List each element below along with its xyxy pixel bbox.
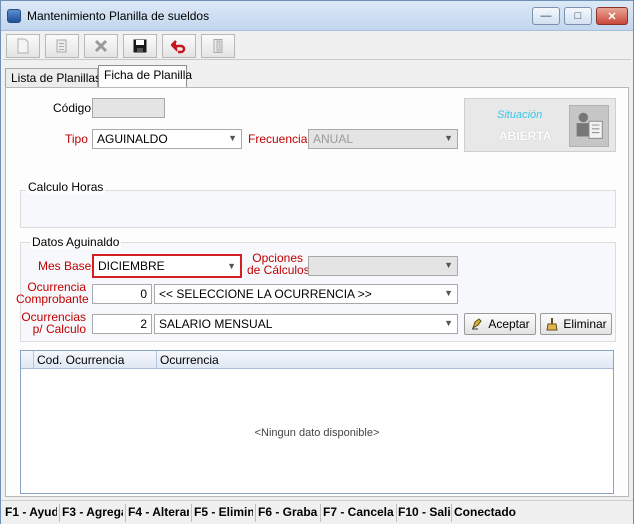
calculo-horas-title: Calculo Horas (26, 180, 106, 194)
title-bar: Mantenimiento Planilla de sueldos — □ ✕ (1, 1, 633, 31)
delete-button[interactable] (84, 34, 118, 58)
frecuencia-value: ANUAL (313, 132, 354, 146)
mes-base-label: Mes Base (38, 259, 92, 273)
chevron-down-icon: ▼ (444, 318, 453, 328)
toolbar (3, 32, 631, 60)
codigo-label: Código (53, 101, 92, 115)
connection-status: Conectado (454, 505, 517, 519)
tab-lista-planillas[interactable]: Lista de Planillas (5, 68, 101, 87)
door-exit-icon (213, 39, 223, 53)
ocurrencias-calculo-code[interactable]: 2 (92, 314, 152, 334)
chevron-down-icon: ▼ (227, 261, 236, 271)
edit-button[interactable] (45, 34, 79, 58)
window-title: Mantenimiento Planilla de sueldos (27, 9, 210, 23)
user-document-icon (569, 105, 609, 147)
new-document-icon (17, 38, 29, 54)
maximize-button[interactable]: □ (564, 7, 592, 25)
aceptar-label: Aceptar (488, 317, 530, 331)
codigo-field[interactable] (92, 98, 165, 118)
chevron-down-icon: ▼ (444, 260, 453, 270)
frecuencia-label: Frecuencia (248, 132, 308, 146)
opciones-calculos-select[interactable]: ▼ (308, 256, 458, 276)
app-icon (7, 9, 21, 23)
ocurrencias-grid: Cod. Ocurrencia Ocurrencia <Ningun dato … (20, 350, 614, 494)
ocurrencia-comprobante-value: << SELECCIONE LA OCURRENCIA >> (159, 287, 372, 301)
mes-base-value: DICIEMBRE (98, 259, 165, 273)
aceptar-button[interactable]: Aceptar (464, 313, 536, 335)
shortcut-f1: F1 - Ayuda (5, 505, 57, 519)
column-header-ocurrencia[interactable]: Ocurrencia (160, 353, 219, 367)
ocurrencias-calculo-select[interactable]: SALARIO MENSUAL ▼ (154, 314, 458, 334)
exit-button[interactable] (201, 34, 235, 58)
grid-header: Cod. Ocurrencia Ocurrencia (21, 351, 613, 369)
app-window: Mantenimiento Planilla de sueldos — □ ✕ … (0, 0, 634, 524)
calculo-horas-group (20, 190, 616, 228)
ocurrencias-calculo-value: SALARIO MENSUAL (159, 317, 273, 331)
ocurrencia-comprobante-code[interactable]: 0 (92, 284, 152, 304)
close-button[interactable]: ✕ (596, 7, 628, 25)
shortcut-f3: F3 - Agregar (62, 505, 123, 519)
status-value: ABIERTA (499, 129, 552, 143)
edit-document-icon (56, 39, 67, 53)
datos-aguinaldo-title: Datos Aguinaldo (30, 235, 122, 249)
status-bar: F1 - Ayuda F3 - Agregar F4 - Alterar F5 … (1, 500, 633, 524)
empty-grid-message: <Ningun dato disponible> (254, 427, 380, 439)
tipo-value: AGUINALDO (97, 132, 168, 146)
ocurrencia-comprobante-label: Ocurrencia Comprobante (16, 280, 89, 306)
opciones-calculos-label: Opciones de Cálculos (247, 251, 310, 277)
frecuencia-select[interactable]: ANUAL ▼ (308, 129, 458, 149)
tipo-label: Tipo (65, 132, 88, 146)
ocurrencias-calculo-label: Ocurrencias p/ Calculo (21, 310, 86, 336)
status-box: Situación ABIERTA (464, 98, 616, 152)
save-button[interactable] (123, 34, 157, 58)
chevron-down-icon: ▼ (444, 288, 453, 298)
tipo-select[interactable]: AGUINALDO ▼ (92, 129, 242, 149)
chevron-down-icon: ▼ (444, 133, 453, 143)
eliminar-button[interactable]: Eliminar (540, 313, 612, 335)
column-header-cod-ocurrencia[interactable]: Cod. Ocurrencia (37, 353, 124, 367)
shortcut-f10: F10 - Salir (398, 505, 450, 519)
undo-button[interactable] (162, 34, 196, 58)
ficha-panel: Código Tipo AGUINALDO ▼ Frecuencia ANUAL… (5, 87, 629, 497)
eliminar-label: Eliminar (563, 317, 607, 331)
tab-ficha-planilla[interactable]: Ficha de Planilla (98, 65, 192, 87)
broom-icon (546, 318, 558, 331)
pen-icon (472, 318, 482, 330)
new-button[interactable] (6, 34, 40, 58)
shortcut-f6: F6 - Grabar (258, 505, 318, 519)
status-title: Situación (497, 109, 543, 121)
ocurrencia-comprobante-select[interactable]: << SELECCIONE LA OCURRENCIA >> ▼ (154, 284, 458, 304)
mes-base-select[interactable]: DICIEMBRE ▼ (92, 254, 242, 278)
shortcut-f7: F7 - Cancelar (323, 505, 394, 519)
shortcut-f5: F5 - Eliminar (194, 505, 253, 519)
delete-x-icon (94, 39, 108, 53)
save-disk-icon (133, 39, 147, 53)
chevron-down-icon: ▼ (228, 133, 237, 143)
shortcut-f4: F4 - Alterar (128, 505, 189, 519)
minimize-button[interactable]: — (532, 7, 560, 25)
undo-arrow-icon (171, 40, 186, 54)
